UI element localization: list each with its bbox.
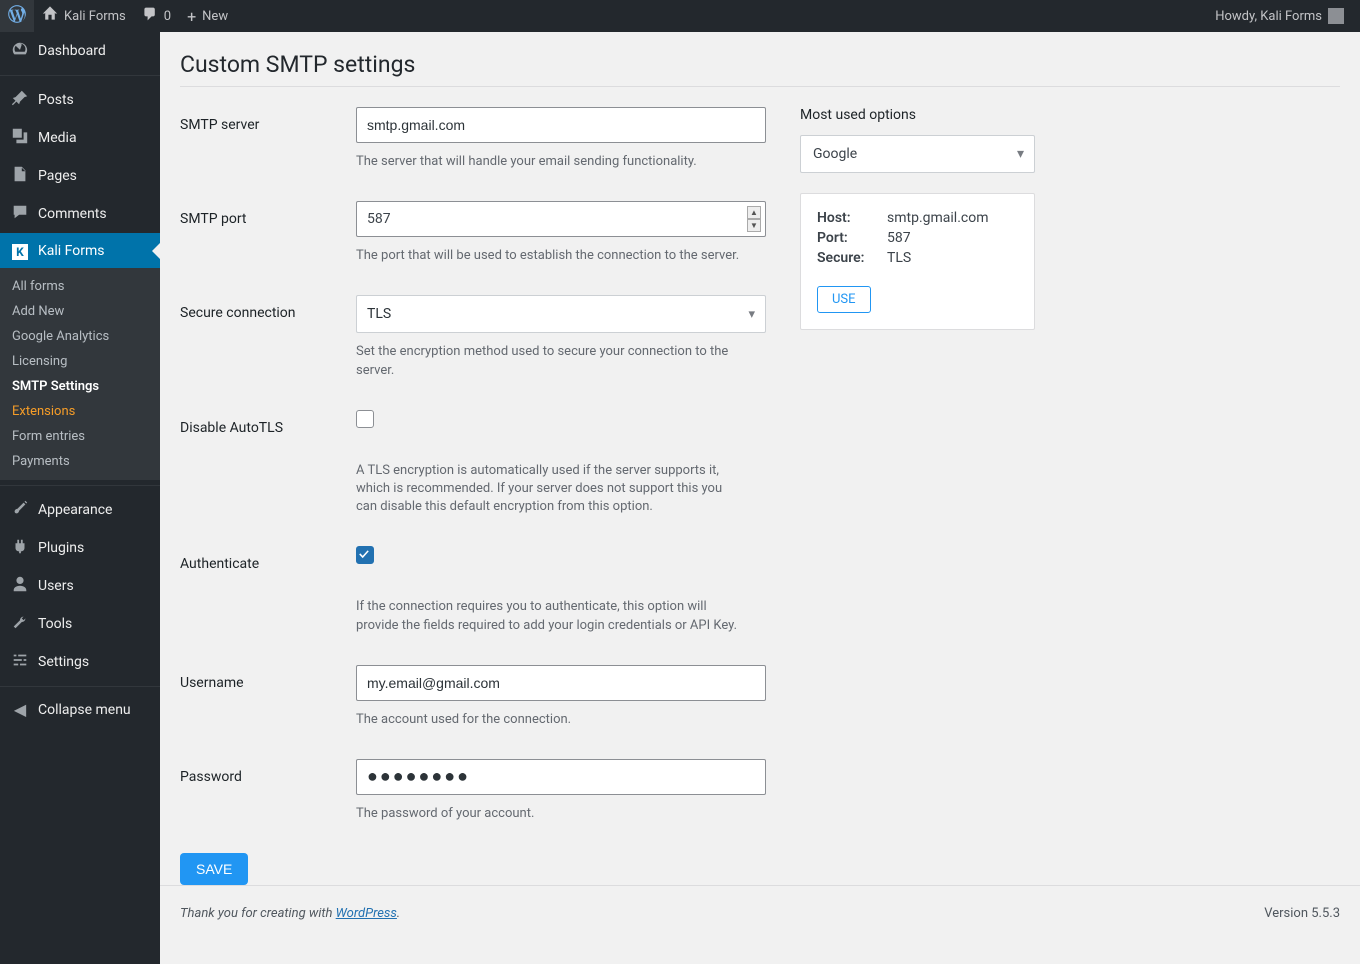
menu-appearance[interactable]: Appearance bbox=[0, 491, 160, 529]
kaliforms-icon: K bbox=[10, 241, 30, 260]
most-used-title: Most used options bbox=[800, 107, 1035, 123]
smtp-server-label: SMTP server bbox=[180, 107, 356, 171]
home-icon bbox=[42, 6, 58, 26]
wrench-icon bbox=[10, 613, 30, 635]
authenticate-label: Authenticate bbox=[180, 546, 356, 634]
page-icon bbox=[10, 165, 30, 187]
menu-tools[interactable]: Tools bbox=[0, 605, 160, 643]
sub-form-entries[interactable]: Form entries bbox=[0, 424, 160, 449]
most-used-select[interactable]: Google bbox=[800, 135, 1035, 173]
number-spinner[interactable]: ▲▼ bbox=[747, 206, 761, 232]
authenticate-checkbox[interactable] bbox=[356, 546, 374, 564]
sub-licensing[interactable]: Licensing bbox=[0, 349, 160, 374]
comments-link[interactable]: 0 bbox=[134, 0, 179, 32]
sub-smtp-settings[interactable]: SMTP Settings bbox=[0, 374, 160, 399]
new-label: New bbox=[202, 9, 228, 24]
dashboard-icon bbox=[10, 40, 30, 62]
pin-icon bbox=[10, 89, 30, 111]
preset-host-value: smtp.gmail.com bbox=[887, 210, 988, 226]
save-button[interactable]: SAVE bbox=[180, 853, 248, 885]
footer-thanks-prefix: Thank you for creating with bbox=[180, 906, 336, 921]
menu-settings[interactable]: Settings bbox=[0, 643, 160, 681]
smtp-port-input[interactable]: 587 ▲▼ bbox=[356, 201, 766, 237]
use-button[interactable]: USE bbox=[817, 286, 871, 313]
wp-logo[interactable] bbox=[0, 0, 34, 32]
menu-collapse[interactable]: ◀ Collapse menu bbox=[0, 692, 160, 727]
submenu-kaliforms: All forms Add New Google Analytics Licen… bbox=[0, 268, 160, 480]
preset-port-value: 587 bbox=[887, 230, 911, 246]
comment-icon bbox=[142, 6, 158, 26]
menu-kaliforms[interactable]: K Kali Forms bbox=[0, 233, 160, 268]
sub-google-analytics[interactable]: Google Analytics bbox=[0, 324, 160, 349]
brush-icon bbox=[10, 499, 30, 521]
collapse-icon: ◀ bbox=[10, 700, 30, 719]
menu-posts[interactable]: Posts bbox=[0, 81, 160, 119]
menu-pages[interactable]: Pages bbox=[0, 157, 160, 195]
username-label: Username bbox=[180, 665, 356, 729]
sliders-icon bbox=[10, 651, 30, 673]
menu-users[interactable]: Users bbox=[0, 567, 160, 605]
sub-payments[interactable]: Payments bbox=[0, 449, 160, 474]
smtp-port-label: SMTP port bbox=[180, 201, 356, 265]
user-icon bbox=[10, 575, 30, 597]
preset-card: Host:smtp.gmail.com Port:587 Secure:TLS … bbox=[800, 193, 1035, 330]
new-content-link[interactable]: + New bbox=[179, 0, 236, 32]
footer-wp-link[interactable]: WordPress bbox=[336, 906, 397, 921]
secure-select[interactable]: TLS bbox=[356, 295, 766, 333]
media-icon bbox=[10, 127, 30, 149]
sub-all-forms[interactable]: All forms bbox=[0, 274, 160, 299]
password-input[interactable]: ●●●●●●●● bbox=[356, 759, 766, 795]
preset-secure-value: TLS bbox=[887, 250, 911, 266]
password-label: Password bbox=[180, 759, 356, 823]
preset-secure-label: Secure: bbox=[817, 250, 887, 266]
disable-autotls-label: Disable AutoTLS bbox=[180, 410, 356, 517]
admin-bar: Kali Forms 0 + New Howdy, Kali Forms bbox=[0, 0, 1360, 32]
disable-autotls-checkbox[interactable] bbox=[356, 410, 374, 428]
avatar-icon bbox=[1328, 8, 1344, 24]
comment-icon bbox=[10, 203, 30, 225]
footer: Thank you for creating with WordPress. V… bbox=[160, 885, 1360, 941]
account-link[interactable]: Howdy, Kali Forms bbox=[1207, 0, 1352, 32]
menu-dashboard[interactable]: Dashboard bbox=[0, 32, 160, 70]
password-help: The password of your account. bbox=[356, 805, 746, 823]
comments-count: 0 bbox=[164, 9, 171, 24]
plug-icon bbox=[10, 537, 30, 559]
username-help: The account used for the connection. bbox=[356, 711, 746, 729]
page-title: Custom SMTP settings bbox=[180, 42, 1340, 82]
preset-port-label: Port: bbox=[817, 230, 887, 246]
greeting-label: Howdy, Kali Forms bbox=[1215, 9, 1322, 24]
menu-plugins[interactable]: Plugins bbox=[0, 529, 160, 567]
plus-icon: + bbox=[187, 7, 196, 26]
secure-help: Set the encryption method used to secure… bbox=[356, 343, 746, 379]
username-input[interactable] bbox=[356, 665, 766, 701]
menu-media[interactable]: Media bbox=[0, 119, 160, 157]
admin-sidebar: Dashboard Posts Media Pages Comments K K… bbox=[0, 32, 160, 964]
menu-comments[interactable]: Comments bbox=[0, 195, 160, 233]
footer-version: Version 5.5.3 bbox=[1264, 906, 1340, 921]
site-name-label: Kali Forms bbox=[64, 9, 126, 24]
disable-autotls-help: A TLS encryption is automatically used i… bbox=[356, 462, 746, 517]
wordpress-icon bbox=[8, 5, 26, 27]
preset-host-label: Host: bbox=[817, 210, 887, 226]
smtp-server-input[interactable] bbox=[356, 107, 766, 143]
sub-add-new[interactable]: Add New bbox=[0, 299, 160, 324]
authenticate-help: If the connection requires you to authen… bbox=[356, 598, 746, 634]
secure-label: Secure connection bbox=[180, 295, 356, 379]
smtp-port-help: The port that will be used to establish … bbox=[356, 247, 746, 265]
sub-extensions[interactable]: Extensions bbox=[0, 399, 160, 424]
site-name-link[interactable]: Kali Forms bbox=[34, 0, 134, 32]
smtp-server-help: The server that will handle your email s… bbox=[356, 153, 746, 171]
